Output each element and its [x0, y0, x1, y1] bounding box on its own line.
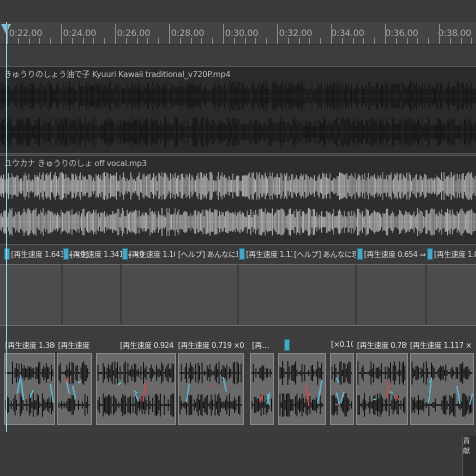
- ruler-tick: [28, 38, 30, 44]
- ruler-tick: [50, 38, 52, 44]
- ruler-tick: [266, 38, 268, 44]
- marker-flag[interactable]: [427, 248, 433, 260]
- playhead-handle[interactable]: [1, 24, 11, 34]
- ruler-tick: [179, 38, 181, 44]
- clip-title[interactable]: [再生速度 0.924 ×0.10(8)…: [120, 340, 176, 351]
- ruler-tick: [460, 38, 462, 44]
- ruler-tick: [125, 38, 127, 44]
- vocal-audio-waveform: [0, 172, 476, 236]
- top-strip: [0, 0, 476, 22]
- clip-title[interactable]: [再生速度 1.117 ×0.10(8): [410, 340, 472, 351]
- automation-lane-dividers: [61, 264, 427, 324]
- ruler-tick: [244, 38, 246, 44]
- tick-label: 0:36.00: [385, 29, 419, 39]
- ruler-tick: [115, 24, 116, 44]
- tick-label: 0:34.00: [331, 29, 365, 39]
- ruler-tick: [158, 38, 160, 44]
- tick-label: 0:24.00: [63, 29, 97, 39]
- marker-label[interactable]: [ヘルプ] あんなに理り方の心が…: [178, 249, 238, 260]
- ruler-tick: [169, 24, 170, 44]
- ruler-tick: [471, 38, 473, 44]
- ruler-tick: [277, 24, 278, 44]
- clip-title[interactable]: [再生速度 1.380 ×0.10(: [5, 340, 55, 351]
- playhead-line[interactable]: [6, 22, 7, 442]
- ruler-tick: [223, 24, 224, 44]
- ruler-tick: [255, 38, 257, 44]
- ruler-tick: [449, 38, 451, 44]
- marker-flag[interactable]: [63, 248, 69, 260]
- clip-marker[interactable]: [284, 339, 290, 351]
- clip-title[interactable]: [再…: [252, 340, 274, 351]
- tick-label: 0:28.00: [171, 29, 205, 39]
- ruler-tick: [17, 38, 19, 44]
- bottom-panel: [0, 432, 476, 476]
- marker-label[interactable]: [再生速度 1.100 ⇒ ×0]: [129, 249, 175, 260]
- ruler-tick: [395, 38, 397, 44]
- ruler-tick: [341, 38, 343, 44]
- ruler-tick: [331, 24, 332, 44]
- ruler-tick: [190, 38, 192, 44]
- ruler-tick: [82, 38, 84, 44]
- ruler-tick: [201, 38, 203, 44]
- clip-waveforms: [5, 361, 474, 417]
- ruler-tick: [233, 38, 235, 44]
- ruler-tick: [287, 38, 289, 44]
- ruler-tick: [71, 38, 73, 44]
- tick-label: 0:26.00: [117, 29, 151, 39]
- ruler-tick: [7, 24, 8, 44]
- marker-flag[interactable]: [357, 248, 363, 260]
- marker-label[interactable]: [再生速度 0.654 ⇒ ×0: [364, 249, 426, 260]
- ruler-tick: [39, 38, 41, 44]
- ruler-tick: [363, 38, 365, 44]
- tick-label: 0:38.00: [438, 29, 472, 39]
- marker-flag[interactable]: [239, 248, 245, 260]
- ruler-tick: [93, 38, 95, 44]
- ruler-tick: [428, 38, 430, 44]
- ruler-tick: [417, 38, 419, 44]
- clip-title[interactable]: [再生速度 0.719 ×0.10(: [178, 340, 244, 351]
- ruler-tick: [352, 38, 354, 44]
- tick-label: 0:32.00: [279, 29, 313, 39]
- tick-label: 0:22.00: [9, 29, 43, 39]
- marker-label[interactable]: [再生速度 1.00: [434, 249, 476, 260]
- tick-label: 0:30.00: [225, 29, 259, 39]
- ruler-tick: [439, 24, 440, 44]
- marker-label[interactable]: [ヘルプ] あんなに理り方の心が…: [294, 249, 356, 260]
- ruler-tick: [104, 38, 106, 44]
- ruler-tick: [136, 38, 138, 44]
- ruler-tick: [374, 38, 376, 44]
- timeline-editor: 0:22.00 0:24.00 0:26.00 0:28.00 0:30.00 …: [0, 0, 476, 476]
- ruler-tick: [406, 38, 408, 44]
- ruler-tick: [61, 24, 62, 44]
- ruler-tick: [212, 38, 214, 44]
- video-audio-waveform: [0, 81, 476, 147]
- clip-title[interactable]: [再生速度 0.789 ×0.10(8: [357, 340, 407, 351]
- ruler-tick: [298, 38, 300, 44]
- marker-flag[interactable]: [122, 248, 128, 260]
- clip-title[interactable]: [再生速度 1.0…: [58, 340, 92, 351]
- clip-title[interactable]: [×0.10(…: [331, 340, 353, 349]
- ruler-tick: [309, 38, 311, 44]
- marker-flag[interactable]: [4, 248, 10, 260]
- marker-label[interactable]: [再生速度 1.133 ⇒ ×0]: [246, 249, 292, 260]
- side-button-label: 貢献: [463, 437, 470, 455]
- ruler-tick: [320, 38, 322, 44]
- ruler-tick: [147, 38, 149, 44]
- ruler-tick: [385, 24, 386, 44]
